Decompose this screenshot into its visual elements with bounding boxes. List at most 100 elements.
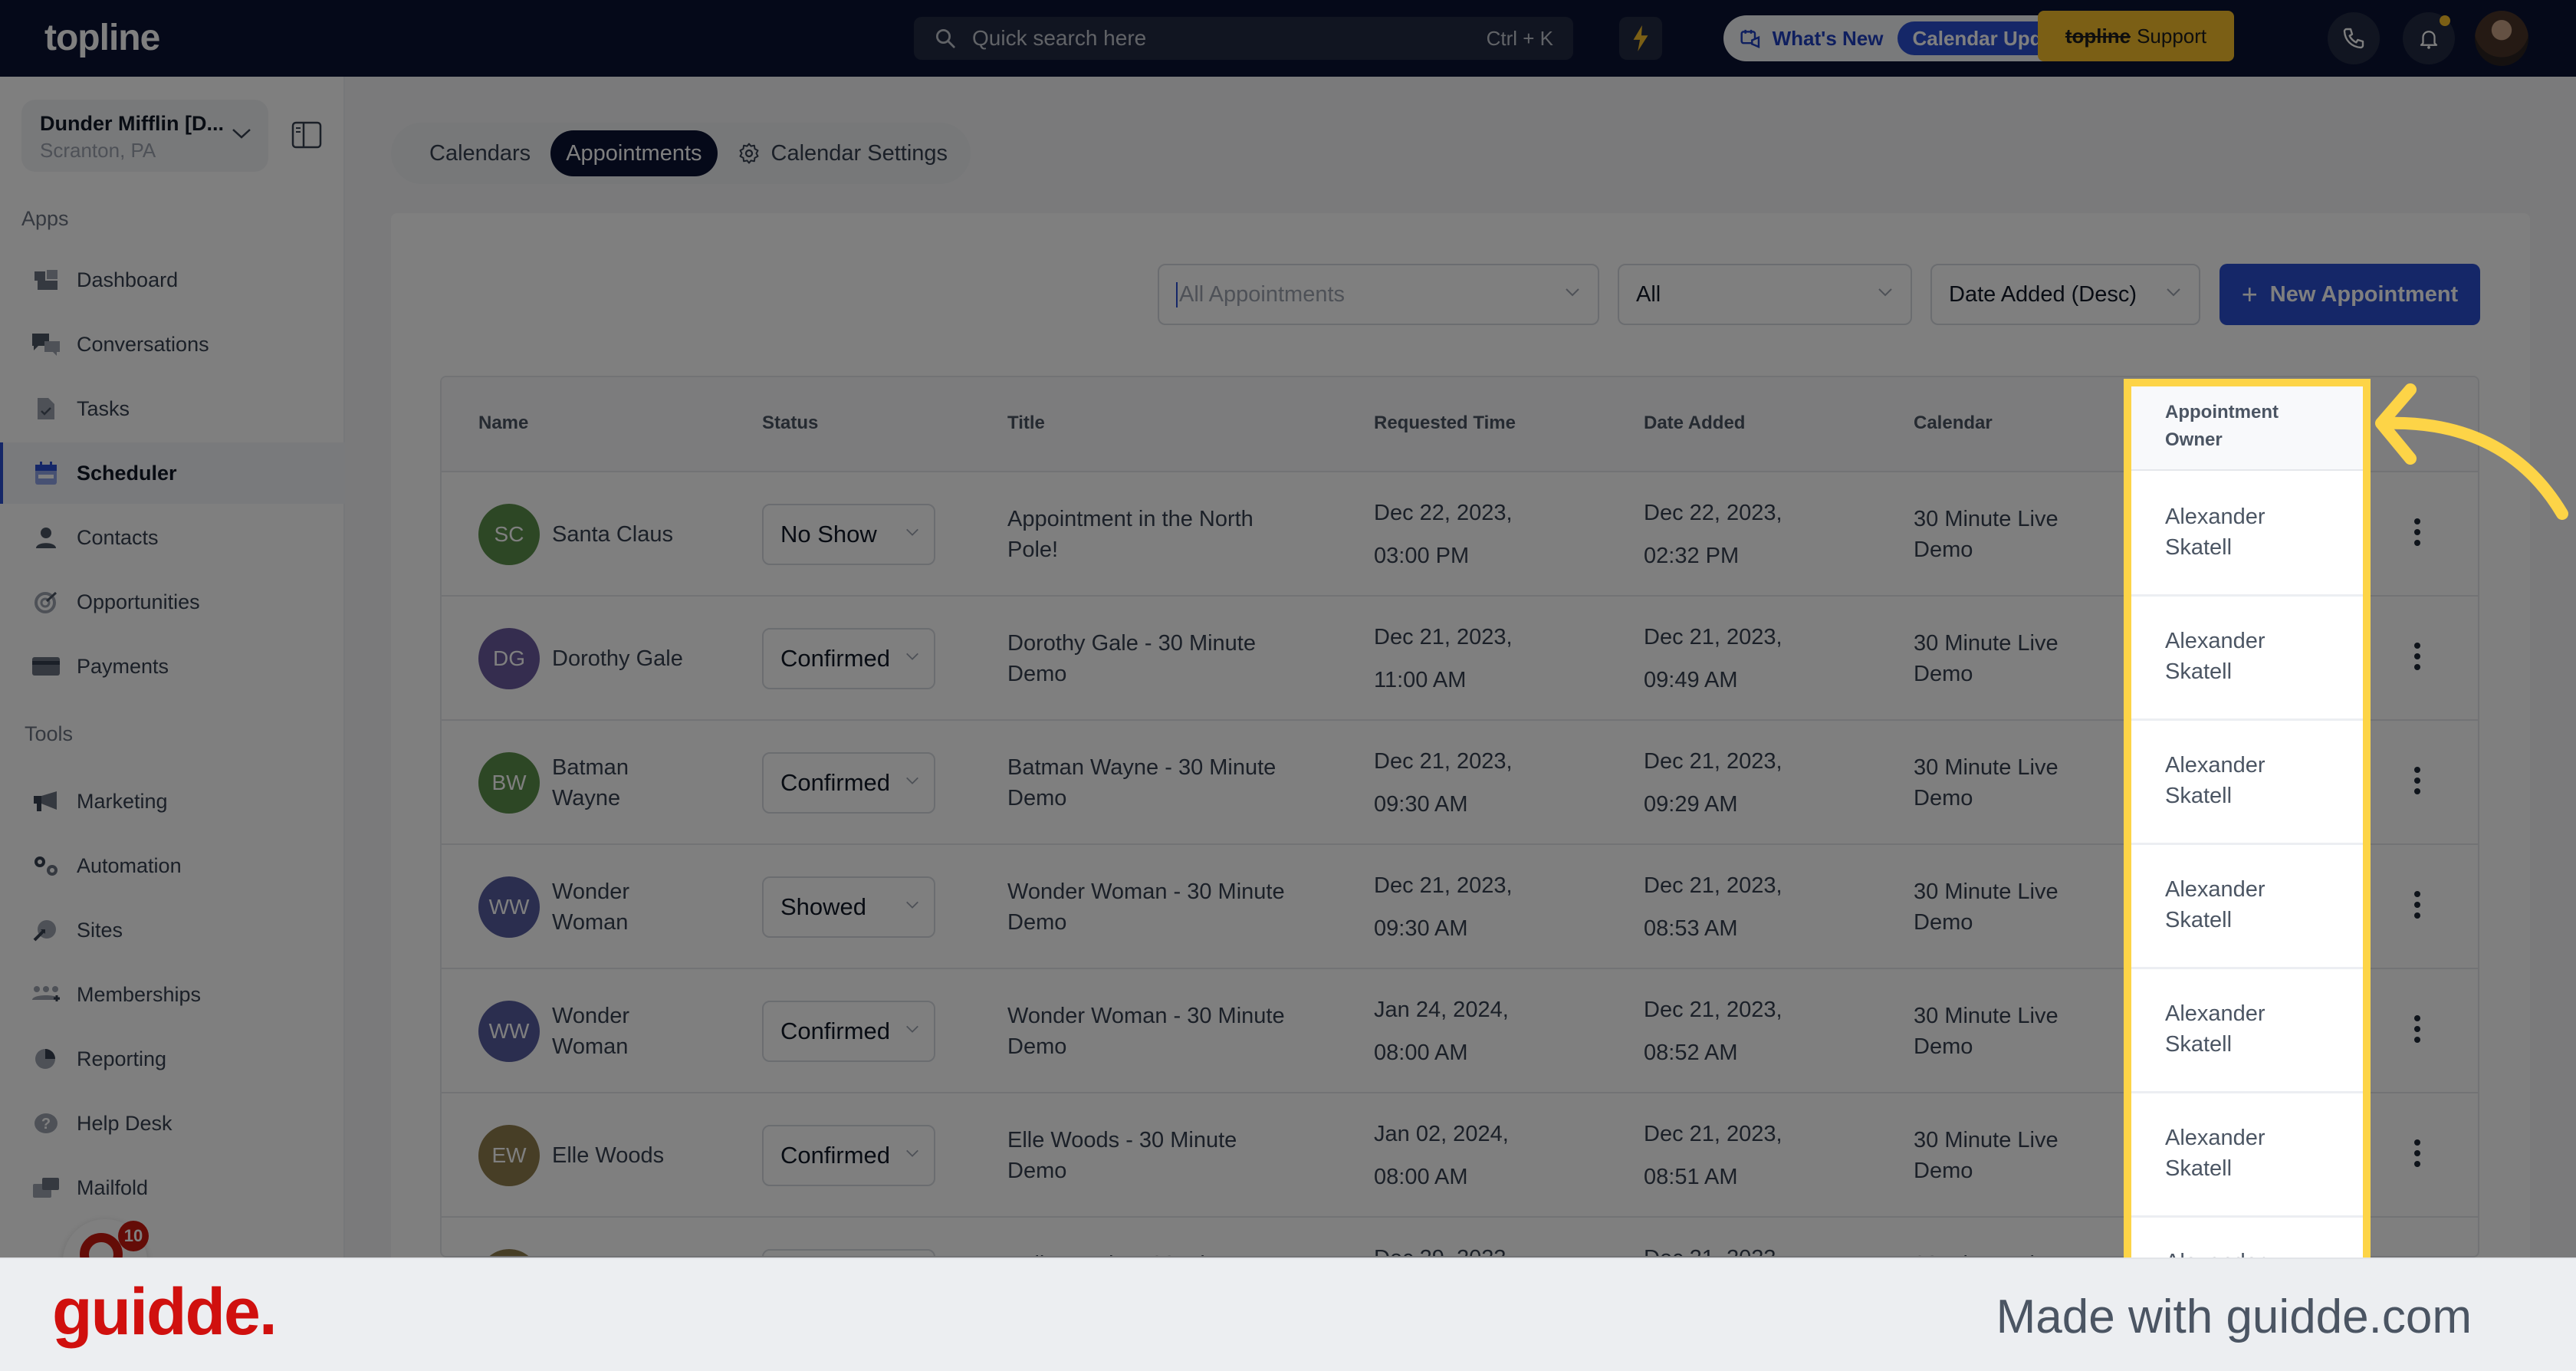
column-header-date-added[interactable]: Date Added — [1644, 413, 1745, 434]
gears-icon — [31, 853, 61, 878]
column-header-status[interactable]: Status — [762, 413, 818, 434]
status-select[interactable]: Confirmed — [762, 628, 935, 689]
collapse-sidebar-icon[interactable] — [291, 121, 322, 149]
sidebar-item-conversations[interactable]: Conversations — [0, 314, 345, 375]
sidebar-item-label: Tasks — [77, 396, 130, 420]
notification-indicator — [2440, 15, 2450, 26]
account-switcher[interactable]: Dunder Mifflin [D... Scranton, PA — [21, 100, 268, 172]
sidebar: Dunder Mifflin [D... Scranton, PA Apps D… — [0, 77, 345, 1304]
whats-new-button[interactable]: What's New Calendar Upda — [1723, 15, 2076, 61]
sidebar-item-payments[interactable]: Payments — [0, 636, 345, 697]
status-filter-select[interactable]: All — [1618, 264, 1912, 325]
status-select[interactable]: Showed — [762, 876, 935, 938]
row-actions-menu-icon[interactable] — [2413, 767, 2421, 794]
status-value: Confirmed — [780, 769, 890, 796]
quick-actions-button[interactable] — [1619, 17, 1662, 60]
topline-logo[interactable]: topline — [44, 17, 160, 59]
tab-calendar-settings[interactable]: Calendar Settings — [722, 130, 964, 176]
status-select[interactable]: No Show — [762, 504, 935, 565]
sidebar-item-automation[interactable]: Automation — [0, 835, 345, 896]
contact-name-line1: Dorothy Gale — [552, 646, 683, 671]
account-location: Scranton, PA — [40, 139, 156, 162]
date-added-line2: 09:49 AM — [1644, 668, 1738, 692]
top-navigation-bar: topline Quick search here Ctrl + K What'… — [0, 0, 2576, 77]
users-icon — [31, 982, 61, 1007]
avatar[interactable]: WW — [478, 1001, 540, 1062]
sidebar-item-help-desk[interactable]: ? Help Desk — [0, 1093, 345, 1154]
calendar-name: 30 Minute Live Demo — [1914, 504, 2058, 565]
requested-time: Dec 29, 2023, — [1374, 1237, 1513, 1256]
row-actions-menu-icon[interactable] — [2413, 1015, 2421, 1043]
support-button[interactable]: topline Support — [2038, 11, 2234, 61]
made-with-guidde-text: Made with guidde.com — [1996, 1290, 2472, 1343]
requested-time: Jan 24, 2024, 08:00 AM — [1374, 988, 1509, 1074]
contact-name-line1: Wonder — [552, 879, 630, 904]
contact-name-line2: Wayne — [552, 786, 621, 810]
row-actions-menu-icon[interactable] — [2413, 643, 2421, 670]
target-icon — [31, 590, 61, 614]
sidebar-item-memberships[interactable]: Memberships — [0, 964, 345, 1025]
highlight-box — [2124, 379, 2371, 1258]
task-icon — [31, 396, 61, 421]
sidebar-item-label: Conversations — [77, 332, 209, 356]
sort-select[interactable]: Date Added (Desc) — [1930, 264, 2200, 325]
sidebar-item-tasks[interactable]: Tasks — [0, 378, 345, 439]
status-select[interactable]: Confirmed — [762, 1001, 935, 1062]
chevron-down-icon — [1878, 288, 1892, 297]
chevron-down-icon — [906, 901, 918, 909]
column-header-name[interactable]: Name — [478, 413, 528, 434]
appointment-title: Wonder Woman - 30 Minute Demo — [1007, 876, 1285, 938]
contact-name-line2: Woman — [552, 910, 629, 935]
avatar[interactable]: BW — [478, 752, 540, 814]
date-added-line2: 02:32 PM — [1644, 544, 1740, 568]
column-header-calendar[interactable]: Calendar — [1914, 413, 1993, 434]
row-actions-menu-icon[interactable] — [2413, 1139, 2421, 1167]
date-added-line1: Dec 22, 2023, — [1644, 501, 1783, 525]
apps-section-label: Apps — [21, 207, 69, 230]
avatar[interactable]: SC — [478, 504, 540, 565]
sidebar-item-marketing[interactable]: Marketing — [0, 771, 345, 832]
column-header-title[interactable]: Title — [1007, 413, 1045, 434]
notifications-button[interactable] — [2403, 12, 2455, 64]
date-added: Dec 21, 2023, 08:53 AM — [1644, 864, 1783, 950]
sidebar-item-sites[interactable]: Sites — [0, 899, 345, 961]
appointment-title-line2: Demo — [1007, 910, 1067, 935]
sidebar-item-scheduler[interactable]: Scheduler — [0, 442, 345, 504]
appointment-title-line2: Pole! — [1007, 538, 1059, 562]
chevron-down-icon — [906, 528, 918, 536]
avatar[interactable]: EW — [478, 1125, 540, 1186]
avatar[interactable]: WW — [478, 876, 540, 938]
status-select[interactable]: Confirmed — [762, 752, 935, 814]
status-select[interactable] — [762, 1249, 935, 1256]
status-select[interactable]: Confirmed — [762, 1125, 935, 1186]
contact-name: Wonder Woman — [552, 1001, 629, 1062]
sidebar-item-contacts[interactable]: Contacts — [0, 507, 345, 568]
avatar[interactable]: DG — [478, 628, 540, 689]
sort-value: Date Added (Desc) — [1949, 281, 2137, 307]
sidebar-item-label: Reporting — [77, 1047, 167, 1070]
new-appointment-button[interactable]: + New Appointment — [2220, 264, 2480, 325]
calendar-name-line1: 30 Minute Live — [1914, 755, 2058, 780]
sidebar-item-dashboard[interactable]: Dashboard — [0, 249, 345, 311]
user-avatar[interactable] — [2475, 11, 2528, 66]
sidebar-item-opportunities[interactable]: Opportunities — [0, 571, 345, 633]
status-value: Confirmed — [780, 645, 890, 672]
calendar-name: 30 Minute Live Demo — [1914, 1001, 2058, 1062]
date-added: Dec 21, 2023, — [1644, 1237, 1783, 1256]
status-filter-value: All — [1636, 281, 1661, 307]
appointment-title: Appointment in the North Pole! — [1007, 504, 1254, 565]
row-actions-menu-icon[interactable] — [2413, 891, 2421, 919]
calendar-name-line2: Demo — [1914, 910, 1973, 935]
date-added-line2: 08:53 AM — [1644, 916, 1738, 941]
appointment-title: Dorothy Gale - 30 Minute Demo — [1007, 628, 1256, 689]
sidebar-item-mailfold[interactable]: Mailfold — [0, 1157, 345, 1218]
phone-button[interactable] — [2328, 12, 2380, 64]
quick-search-input[interactable]: Quick search here Ctrl + K — [914, 17, 1573, 60]
phone-icon — [2343, 28, 2364, 49]
tab-calendars[interactable]: Calendars — [414, 130, 546, 176]
avatar[interactable] — [478, 1249, 540, 1256]
column-header-requested-time[interactable]: Requested Time — [1374, 413, 1516, 434]
sidebar-item-reporting[interactable]: Reporting — [0, 1028, 345, 1090]
appointments-filter-select[interactable]: All Appointments — [1158, 264, 1599, 325]
tab-appointments[interactable]: Appointments — [550, 130, 718, 176]
